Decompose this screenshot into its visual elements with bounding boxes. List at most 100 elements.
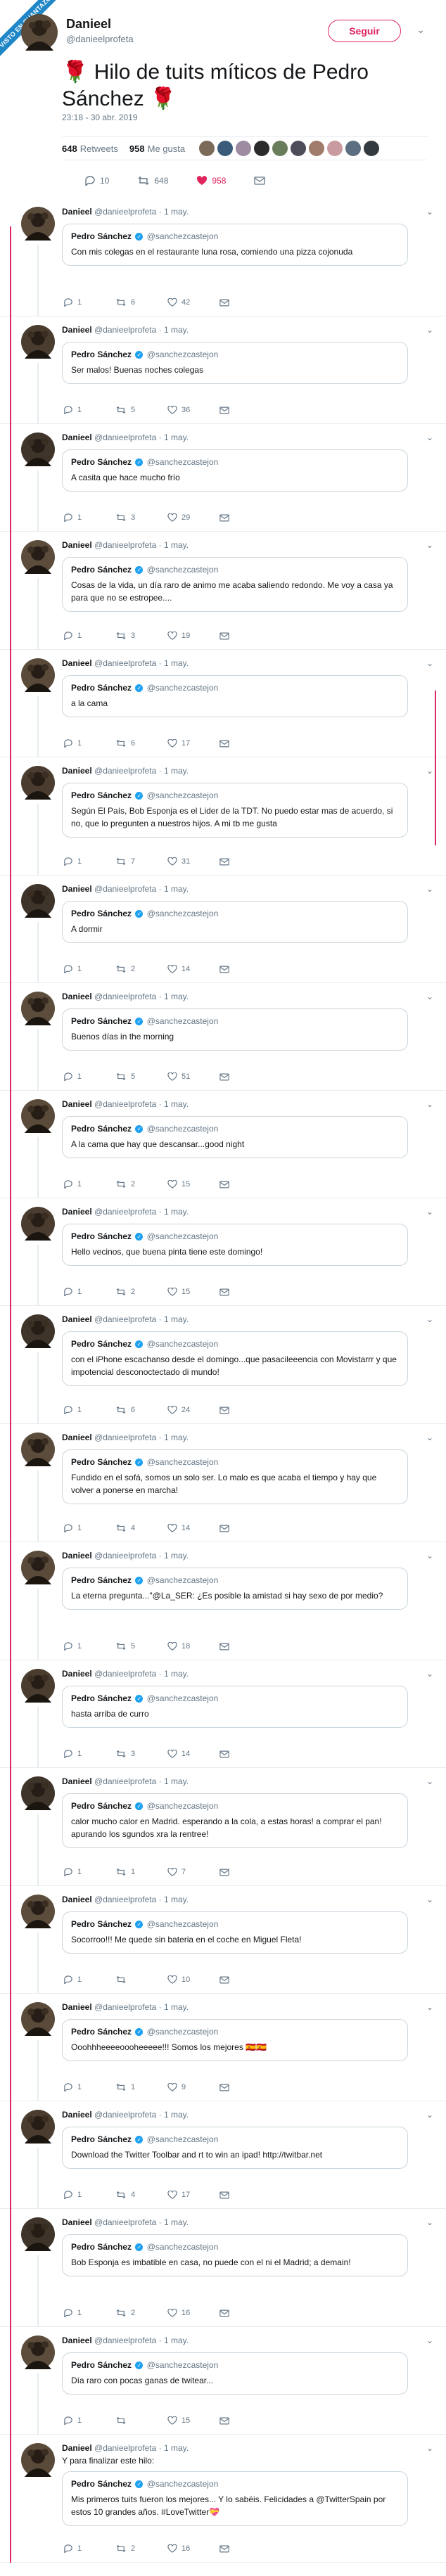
reply-author[interactable]: Danieel (62, 1551, 92, 1561)
retweet-button[interactable]: 7 (115, 857, 167, 866)
quoted-tweet[interactable]: Pedro Sánchez ✓ @sanchezcastejon Fundido … (62, 1449, 408, 1504)
reply-button[interactable]: 1 (63, 1072, 115, 1081)
avatar[interactable] (21, 1895, 55, 1928)
reply-handle-date[interactable]: @danieelprofeta · 1 may. (94, 1776, 189, 1786)
dm-button[interactable] (219, 1750, 234, 1758)
reply-tweet[interactable]: Danieel @danieelprofeta · 1 may. ⌄ Pedro S… (0, 1198, 446, 1306)
retweet-button[interactable]: 2 (115, 1288, 167, 1296)
chevron-down-icon[interactable]: ⌄ (426, 432, 433, 442)
avatar[interactable] (21, 2443, 55, 2477)
reply-button[interactable]: 1 (63, 2544, 115, 2553)
reply-handle-date[interactable]: @danieelprofeta · 1 may. (94, 1551, 189, 1561)
quoted-handle[interactable]: @sanchezcastejon (147, 909, 219, 918)
quoted-author[interactable]: Pedro Sánchez (71, 2134, 132, 2144)
author-handle[interactable]: @danieelprofeta (66, 34, 134, 44)
reply-tweet[interactable]: Danieel @danieelprofeta · 1 may. ⌄ Pedro S… (0, 1306, 446, 1424)
reply-handle-date[interactable]: @danieelprofeta · 1 may. (94, 1099, 189, 1109)
avatar[interactable] (217, 141, 234, 156)
quoted-author[interactable]: Pedro Sánchez (71, 1339, 132, 1349)
quoted-author[interactable]: Pedro Sánchez (71, 350, 132, 359)
reply-button[interactable]: 1 (63, 739, 115, 748)
quoted-author[interactable]: Pedro Sánchez (71, 1016, 132, 1026)
dm-button[interactable] (219, 739, 234, 748)
retweet-button[interactable]: 2 (115, 2544, 167, 2553)
avatar[interactable] (21, 2217, 55, 2251)
dm-button[interactable] (219, 406, 234, 414)
reply-tweet[interactable]: Danieel @danieelprofeta · 1 may. ⌄ Pedro S… (0, 983, 446, 1091)
reply-tweet[interactable]: Danieel @danieelprofeta · 1 may. ⌄ Pedro S… (0, 198, 446, 316)
dm-button[interactable] (219, 1406, 234, 1414)
quoted-handle[interactable]: @sanchezcastejon (147, 2134, 219, 2144)
reply-author[interactable]: Danieel (62, 1314, 92, 1324)
quoted-author[interactable]: Pedro Sánchez (71, 909, 132, 918)
like-button[interactable]: 14 (167, 1524, 219, 1532)
avatar[interactable] (21, 540, 55, 574)
quoted-handle[interactable]: @sanchezcastejon (147, 350, 219, 359)
avatar[interactable] (21, 2335, 55, 2369)
quoted-author[interactable]: Pedro Sánchez (71, 2027, 132, 2037)
dm-button[interactable] (219, 2309, 234, 2317)
like-button[interactable]: 958 (196, 176, 226, 186)
retweet-button[interactable]: 3 (115, 513, 167, 522)
quoted-author[interactable]: Pedro Sánchez (71, 2479, 132, 2489)
reply-author[interactable]: Danieel (62, 207, 92, 217)
like-button[interactable]: 14 (167, 1750, 219, 1758)
quoted-tweet[interactable]: Pedro Sánchez ✓ @sanchezcastejon calor mu… (62, 1793, 408, 1848)
reply-tweet[interactable]: Danieel @danieelprofeta · 1 may. ⌄ Pedro S… (0, 316, 446, 424)
avatar[interactable] (21, 766, 55, 800)
reply-author[interactable]: Danieel (62, 1776, 92, 1786)
quoted-tweet[interactable]: Pedro Sánchez ✓ @sanchezcastejon Download… (62, 2127, 408, 2169)
quoted-author[interactable]: Pedro Sánchez (71, 1124, 132, 1134)
dm-button[interactable] (219, 2191, 234, 2199)
dm-button[interactable] (219, 298, 234, 307)
reply-handle-date[interactable]: @danieelprofeta · 1 may. (94, 2110, 189, 2120)
retweet-button[interactable]: 5 (115, 1642, 167, 1651)
quoted-handle[interactable]: @sanchezcastejon (147, 1693, 219, 1703)
avatar[interactable] (21, 658, 55, 692)
reply-handle-date[interactable]: @danieelprofeta · 1 may. (94, 1314, 189, 1324)
reply-button[interactable]: 1 (63, 632, 115, 640)
chevron-down-icon[interactable]: ⌄ (426, 207, 433, 217)
quoted-tweet[interactable]: Pedro Sánchez ✓ @sanchezcastejon Cosas de… (62, 557, 408, 612)
avatar[interactable] (291, 141, 307, 156)
chevron-down-icon[interactable]: ⌄ (416, 24, 425, 36)
likes-count[interactable]: 958 (129, 143, 145, 154)
retweet-button[interactable]: 5 (115, 406, 167, 414)
retweet-button[interactable]: 2 (115, 965, 167, 973)
like-button[interactable]: 9 (167, 2083, 219, 2091)
like-button[interactable]: 15 (167, 1180, 219, 1188)
chevron-down-icon[interactable]: ⌄ (426, 325, 433, 335)
reply-tweet[interactable]: Danieel @danieelprofeta · 1 may. ⌄ Pedro S… (0, 650, 446, 757)
quoted-handle[interactable]: @sanchezcastejon (147, 565, 219, 575)
like-button[interactable]: 7 (167, 1868, 219, 1876)
quoted-author[interactable]: Pedro Sánchez (71, 1919, 132, 1929)
quoted-tweet[interactable]: Pedro Sánchez ✓ @sanchezcastejon A casita… (62, 449, 408, 492)
quoted-handle[interactable]: @sanchezcastejon (147, 231, 219, 241)
reply-button[interactable]: 1 (63, 1406, 115, 1414)
like-button[interactable]: 15 (167, 2416, 219, 2425)
chevron-down-icon[interactable]: ⌄ (426, 2110, 433, 2120)
quoted-handle[interactable]: @sanchezcastejon (147, 1457, 219, 1467)
chevron-down-icon[interactable]: ⌄ (426, 2335, 433, 2345)
reply-author[interactable]: Danieel (62, 884, 92, 894)
quoted-handle[interactable]: @sanchezcastejon (147, 1575, 219, 1585)
quoted-author[interactable]: Pedro Sánchez (71, 565, 132, 575)
like-button[interactable]: 18 (167, 1642, 219, 1651)
reply-button[interactable]: 1 (63, 1868, 115, 1876)
reply-author[interactable]: Danieel (62, 1895, 92, 1904)
reply-author[interactable]: Danieel (62, 1099, 92, 1109)
retweet-button[interactable] (115, 2416, 167, 2425)
like-button[interactable]: 10 (167, 1975, 219, 1984)
avatar[interactable] (236, 141, 252, 156)
reply-button[interactable]: 1 (63, 298, 115, 307)
quoted-tweet[interactable]: Pedro Sánchez ✓ @sanchezcastejon hasta ar… (62, 1686, 408, 1728)
reply-tweet[interactable]: Danieel @danieelprofeta · 1 may. ⌄ Pedro S… (0, 1660, 446, 1768)
reply-tweet[interactable]: Danieel @danieelprofeta · 1 may. ⌄ Y para … (0, 2435, 446, 2563)
avatar[interactable] (21, 207, 55, 241)
chevron-down-icon[interactable]: ⌄ (426, 1314, 433, 1324)
retweet-button[interactable]: 4 (115, 2191, 167, 2199)
chevron-down-icon[interactable]: ⌄ (426, 1099, 433, 1109)
chevron-down-icon[interactable]: ⌄ (426, 1895, 433, 1904)
like-button[interactable]: 17 (167, 2191, 219, 2199)
reply-button[interactable]: 1 (63, 2083, 115, 2091)
